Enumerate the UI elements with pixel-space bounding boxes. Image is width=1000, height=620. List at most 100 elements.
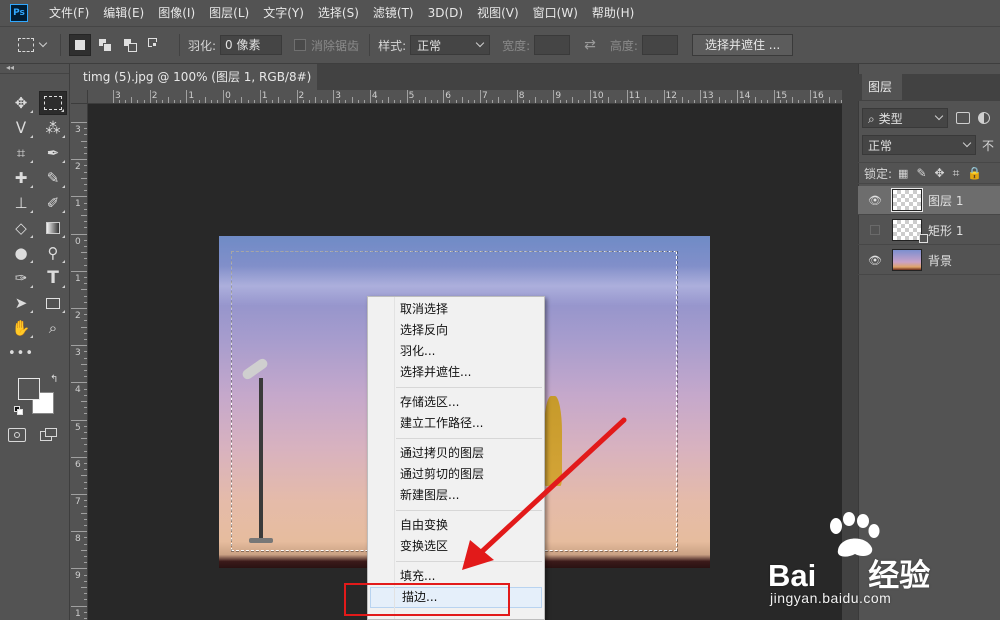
- collapse-toolbar-icon[interactable]: ◂◂: [0, 64, 69, 74]
- menu-item-2[interactable]: 图像(I): [151, 0, 202, 26]
- context-menu-separator: [396, 387, 542, 388]
- blend-row: 正常 不: [858, 135, 1000, 155]
- add-selection-button[interactable]: [94, 34, 116, 56]
- options-bar: 羽化: 0 像素 消除锯齿 样式: 正常 宽度: ⇄ 高度: 选择并遮住 ...: [0, 26, 1000, 64]
- blur-tool-icon[interactable]: ●: [7, 241, 35, 265]
- ruler-v-label: 8: [75, 534, 81, 545]
- rectangle-tool-icon[interactable]: [39, 291, 67, 315]
- main-menu: 文件(F) 编辑(E) 图像(I) 图层(L) 文字(Y) 选择(S) 滤镜(T) 3D(D)…: [42, 0, 641, 26]
- menu-item-6[interactable]: 滤镜(T): [366, 0, 421, 26]
- quick-mask-icon[interactable]: [8, 428, 26, 442]
- feather-input[interactable]: 0 像素: [220, 35, 283, 55]
- eyedropper-tool-icon[interactable]: ✒: [39, 141, 67, 165]
- blend-mode-select[interactable]: 正常: [862, 135, 976, 155]
- ruler-v-label: 5: [75, 422, 81, 433]
- type-tool-icon[interactable]: T: [39, 266, 67, 290]
- menu-item-7[interactable]: 3D(D): [421, 0, 470, 26]
- chevron-down-icon: [934, 111, 944, 121]
- menu-item-10[interactable]: 帮助(H): [585, 0, 641, 26]
- document-tab-bar: timg (5).jpg @ 100% (图层 1, RGB/8#) *×: [71, 64, 857, 110]
- more-tools-icon[interactable]: •••: [7, 341, 35, 365]
- menu-item-9[interactable]: 窗口(W): [526, 0, 585, 26]
- lock-artboard-icon[interactable]: ⌗: [953, 166, 960, 181]
- default-colors-icon[interactable]: [14, 406, 24, 416]
- blend-mode-value: 正常: [868, 138, 893, 153]
- layer-name: 矩形 1: [928, 223, 964, 238]
- rect-marquee-tool-icon[interactable]: [39, 91, 67, 115]
- ruler-origin[interactable]: [71, 90, 88, 104]
- ruler-v-label: 3: [75, 125, 81, 135]
- brush-tool-icon[interactable]: ✎: [39, 166, 67, 190]
- tab-layers[interactable]: 图层: [862, 74, 902, 100]
- menu-item-0[interactable]: 文件(F): [42, 0, 96, 26]
- magic-wand-tool-icon[interactable]: ⁂: [39, 116, 67, 140]
- new-selection-icon: [75, 40, 85, 50]
- layer-filter-row: ⌕ 类型: [858, 108, 1000, 128]
- ruler-v-label: 2: [75, 311, 81, 321]
- healing-brush-tool-icon[interactable]: ✚: [7, 166, 35, 190]
- lock-transparent-icon[interactable]: ▦: [898, 167, 908, 180]
- filter-pixel-icon[interactable]: [956, 112, 970, 124]
- dodge-tool-icon[interactable]: ⚲: [39, 241, 67, 265]
- menu-bar: Ps 文件(F) 编辑(E) 图像(I) 图层(L) 文字(Y) 选择(S) 滤镜(T) 3D…: [0, 0, 1000, 26]
- horizontal-ruler[interactable]: 3 2 1 0 1 2 3 4 5 6 7 8 9 10 11 12 13 14 15 16: [88, 90, 842, 104]
- search-icon: ⌕: [868, 111, 875, 126]
- swap-colors-icon[interactable]: ↰: [50, 374, 58, 385]
- style-select[interactable]: 正常: [410, 35, 491, 55]
- layer-row-background[interactable]: 👁 背景: [858, 246, 1000, 275]
- menu-item-5[interactable]: 选择(S): [311, 0, 366, 26]
- menu-item-4[interactable]: 文字(Y): [256, 0, 311, 26]
- baidu-jingyan-watermark: Bai 经验 jingyan.baidu.com: [768, 512, 1000, 620]
- zoom-tool-icon[interactable]: ⌕: [39, 316, 67, 340]
- chevron-down-icon: [962, 138, 972, 148]
- clone-stamp-tool-icon[interactable]: ⊥: [7, 191, 35, 215]
- menu-item-3[interactable]: 图层(L): [202, 0, 256, 26]
- layer-filter-select[interactable]: ⌕ 类型: [862, 108, 948, 128]
- document-tab[interactable]: timg (5).jpg @ 100% (图层 1, RGB/8#) *×: [71, 64, 317, 110]
- intersect-selection-button[interactable]: [144, 34, 166, 56]
- lock-pixels-icon[interactable]: ✎: [916, 166, 926, 180]
- tool-preset-picker[interactable]: [18, 38, 48, 52]
- history-brush-tool-icon[interactable]: ✐: [39, 191, 67, 215]
- new-selection-button[interactable]: [69, 34, 91, 56]
- chevron-down-icon: [475, 38, 485, 48]
- layer-row-rect1[interactable]: 矩形 1: [858, 216, 1000, 245]
- layer-row-layer1[interactable]: 👁 图层 1: [858, 186, 1000, 215]
- height-input[interactable]: [641, 35, 678, 55]
- lasso-tool-icon[interactable]: ᐯ: [7, 116, 35, 140]
- lock-all-icon[interactable]: 🔒: [967, 166, 982, 180]
- foreground-color-swatch[interactable]: [18, 378, 40, 400]
- antialias-checkbox[interactable]: [294, 39, 307, 51]
- chevron-down-icon: [38, 38, 48, 48]
- eraser-tool-icon[interactable]: ◇: [7, 216, 35, 240]
- select-and-mask-button[interactable]: 选择并遮住 ...: [691, 34, 794, 56]
- lock-position-icon[interactable]: ✥: [935, 166, 945, 180]
- rect-marquee-icon: [18, 38, 34, 52]
- pen-tool-icon[interactable]: ✑: [7, 266, 35, 290]
- photoshop-logo-icon: Ps: [10, 4, 28, 22]
- layer-name: 背景: [928, 253, 953, 268]
- layer-thumbnail: [892, 249, 922, 271]
- vertical-ruler[interactable]: 3 2 1 0 1 2 3 4 5 6 7 8 9 1: [71, 104, 88, 620]
- subtract-selection-button[interactable]: [119, 34, 141, 56]
- antialias-label: 消除锯齿: [311, 38, 360, 53]
- menu-item-1[interactable]: 编辑(E): [96, 0, 151, 26]
- visibility-toggle-off[interactable]: [870, 225, 880, 235]
- color-swatches: ↰: [14, 374, 64, 422]
- subtract-selection-icon: [123, 38, 137, 52]
- move-tool-icon[interactable]: ✥: [7, 91, 35, 115]
- hand-tool-icon[interactable]: ✋: [7, 316, 35, 340]
- swap-dimensions-icon[interactable]: ⇄: [584, 37, 596, 53]
- gradient-tool-icon[interactable]: [39, 216, 67, 240]
- path-selection-tool-icon[interactable]: ➤: [7, 291, 35, 315]
- crop-tool-icon[interactable]: ⌗: [7, 141, 35, 165]
- screen-mode-icon[interactable]: [40, 428, 58, 442]
- ruler-v-label: 0: [75, 236, 81, 247]
- eye-icon[interactable]: 👁: [866, 194, 884, 207]
- style-label: 样式:: [378, 38, 407, 53]
- menu-item-8[interactable]: 视图(V): [470, 0, 526, 26]
- width-input[interactable]: [534, 35, 571, 55]
- layer-thumbnail: [892, 219, 928, 243]
- filter-adjustment-icon[interactable]: [978, 112, 990, 124]
- eye-icon[interactable]: 👁: [866, 254, 884, 267]
